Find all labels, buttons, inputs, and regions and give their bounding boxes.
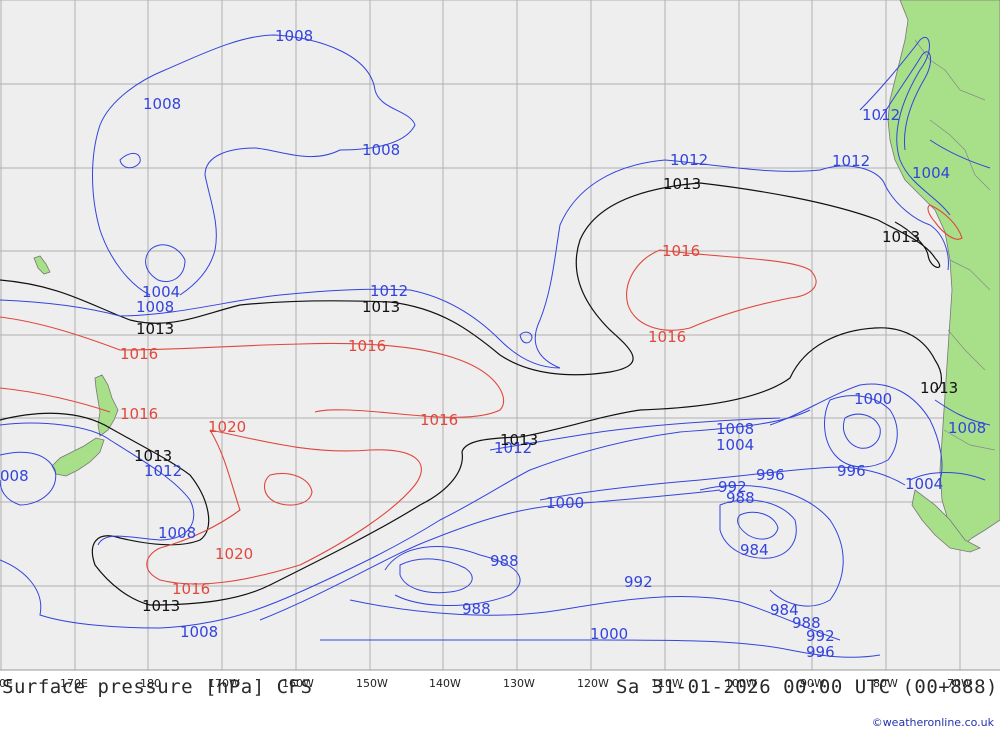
isobar-label: 1004	[905, 475, 943, 493]
isobar-label: 1008	[275, 27, 313, 45]
isobar-label: 1020	[208, 418, 246, 436]
map-title: Surface pressure [hPa] CFS	[2, 676, 313, 698]
isobar-label: 1016	[648, 328, 686, 346]
isobar-label: 1013	[136, 320, 174, 338]
isobar-label: 996	[806, 643, 835, 661]
isobar-label: 1020	[215, 545, 253, 563]
valid-time: Sa 31-01-2026 00:00 UTC (00+888)	[615, 676, 998, 698]
isobar-label: 1013	[142, 597, 180, 615]
isobar-label: 1013	[663, 175, 701, 193]
isobar-label: 1008	[136, 298, 174, 316]
isobar-label: 1013	[920, 379, 958, 397]
isobar-label: 984	[740, 541, 769, 559]
isobar-label: 1000	[854, 390, 892, 408]
isobar-label: 008	[0, 467, 29, 485]
isobar-label: 996	[756, 466, 785, 484]
isobar-label: 1012	[862, 106, 900, 124]
pressure-map: 1008 1008 1008 1004 1008 1012 1013 1013 …	[0, 0, 1000, 733]
isobar-label: 1004	[716, 436, 754, 454]
isobar-label: 1004	[912, 164, 950, 182]
isobar-label: 988	[462, 600, 491, 618]
lon-label: 130W	[503, 677, 535, 690]
isobar-label: 1016	[662, 242, 700, 260]
isobar-label: 1012	[144, 462, 182, 480]
isobar-label: 992	[624, 573, 653, 591]
lon-label: 120W	[577, 677, 609, 690]
isobar-label: 1008	[362, 141, 400, 159]
isobar-label: 988	[726, 489, 755, 507]
isobar-label: 1008	[143, 95, 181, 113]
isobar-label: 1013	[362, 298, 400, 316]
isobar-label: 1008	[158, 524, 196, 542]
isobar-label: 1016	[348, 337, 386, 355]
isobar-label: 1013	[882, 228, 920, 246]
isobar-label: 1008	[948, 419, 986, 437]
isobar-label: 1008	[180, 623, 218, 641]
isobar-label: 1012	[832, 152, 870, 170]
credit-link[interactable]: ©weatheronline.co.uk	[872, 716, 994, 729]
isobar-label: 1013	[500, 431, 538, 449]
isobar-label: 988	[490, 552, 519, 570]
isobar-label: 1016	[172, 580, 210, 598]
lon-label: 140W	[429, 677, 461, 690]
isobar-label: 1016	[120, 345, 158, 363]
isobar-label: 996	[837, 462, 866, 480]
isobar-label: 1000	[590, 625, 628, 643]
isobar-label: 1016	[120, 405, 158, 423]
isobar-label: 1012	[670, 151, 708, 169]
lon-label: 150W	[356, 677, 388, 690]
isobar-label: 1000	[546, 494, 584, 512]
isobar-label: 1016	[420, 411, 458, 429]
